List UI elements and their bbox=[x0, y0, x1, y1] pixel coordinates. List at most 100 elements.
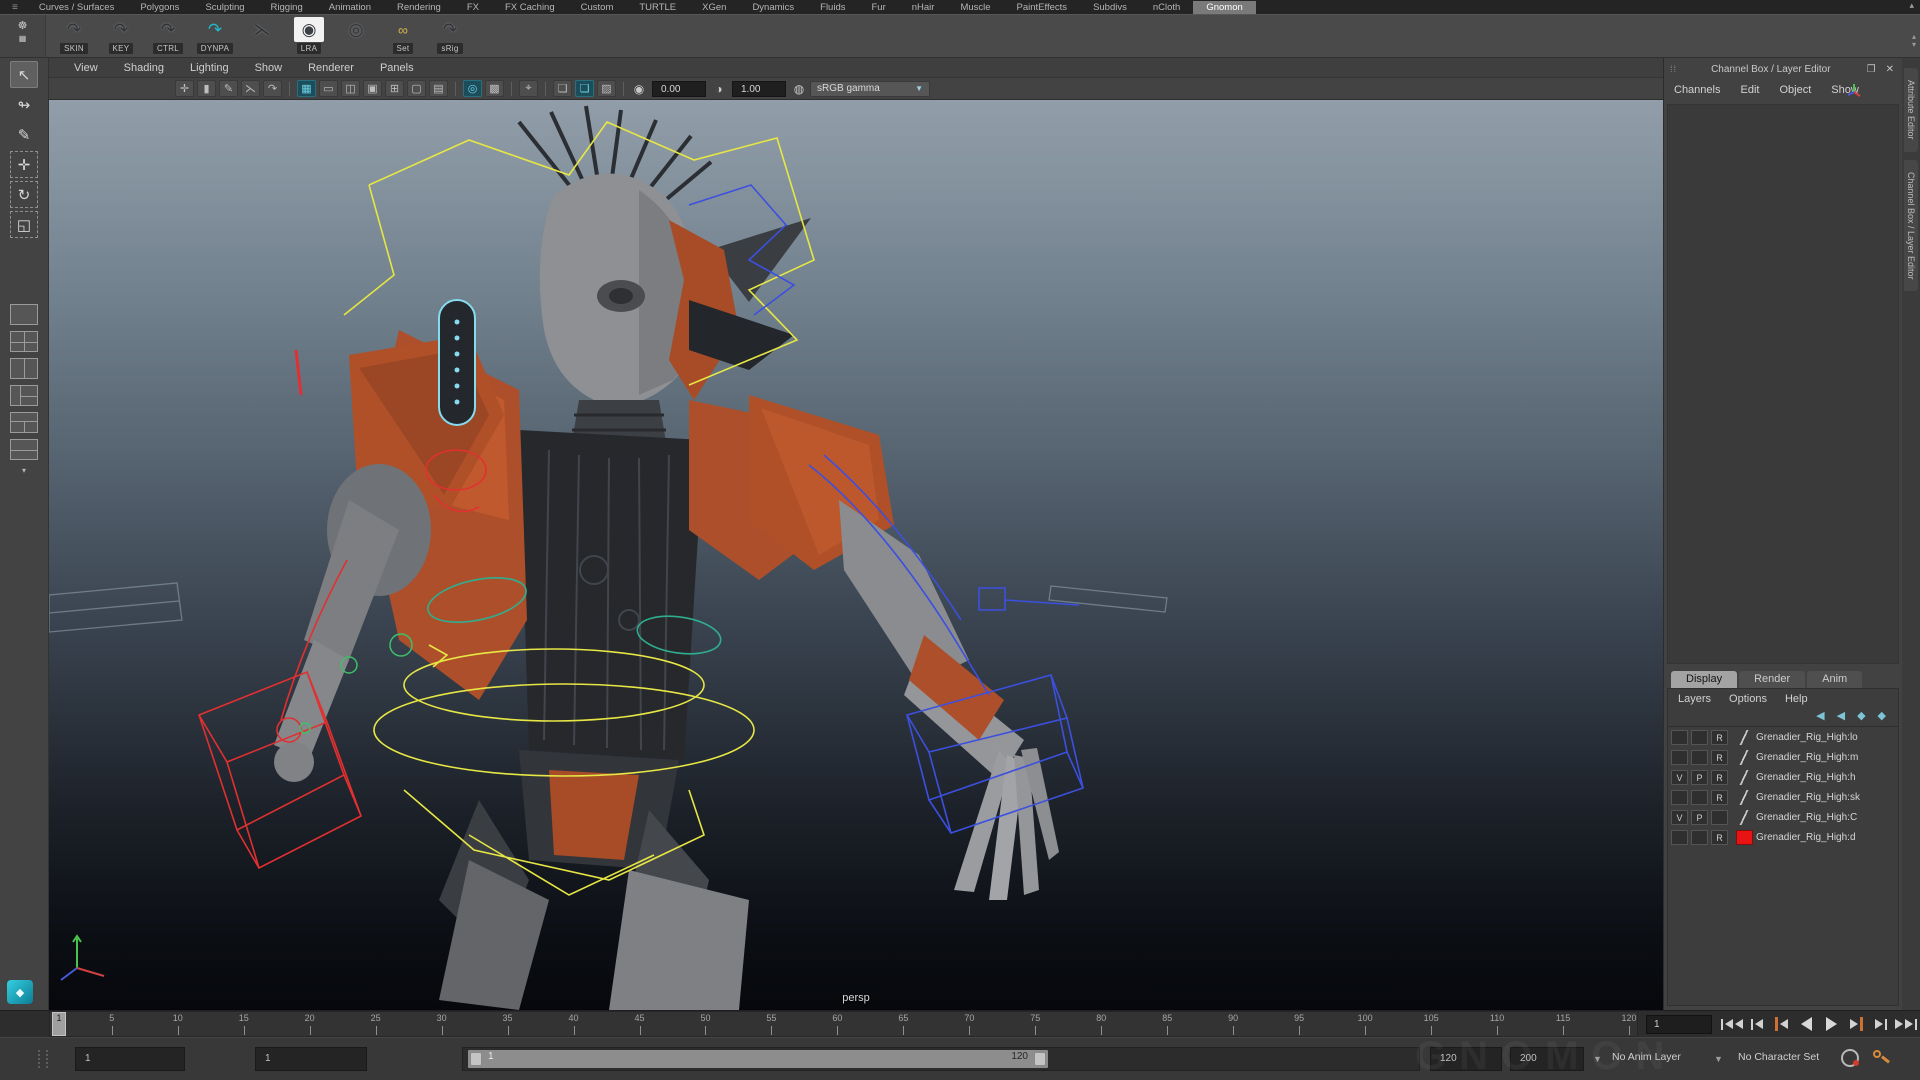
layer-display-type-toggle[interactable]: R bbox=[1711, 830, 1728, 845]
layer-visibility-toggle[interactable] bbox=[1671, 790, 1688, 805]
character-set-dropdown[interactable]: No Character Set bbox=[1738, 1051, 1819, 1063]
contrast-icon[interactable]: ◑ bbox=[711, 81, 727, 97]
shelf-button-srig[interactable]: ↷sRig bbox=[430, 17, 470, 54]
menu-sculpting[interactable]: Sculpting bbox=[192, 1, 257, 14]
step-back-frame-button[interactable] bbox=[1745, 1011, 1770, 1037]
shelf-button-ctrl[interactable]: ↷CTRL bbox=[148, 17, 188, 54]
gamma-icon[interactable]: ◍ bbox=[791, 81, 807, 97]
current-frame-field[interactable]: 1 bbox=[1646, 1015, 1712, 1034]
layout-split-left-button[interactable] bbox=[10, 385, 38, 406]
layout-single-button[interactable] bbox=[10, 304, 38, 325]
menu-grip-icon[interactable]: ≡ bbox=[4, 2, 26, 13]
channel-box-menu-object[interactable]: Object bbox=[1779, 84, 1811, 96]
range-slider-track[interactable]: 1 120 bbox=[462, 1047, 1420, 1071]
selection-highlight-icon[interactable]: ⌖ bbox=[519, 80, 538, 97]
play-forwards-button[interactable] bbox=[1819, 1011, 1844, 1037]
layer-editor-tab-render[interactable]: Render bbox=[1739, 671, 1805, 688]
menu-polygons[interactable]: Polygons bbox=[127, 1, 192, 14]
contrast-field[interactable]: 1.00 bbox=[732, 81, 786, 97]
layer-playback-toggle[interactable] bbox=[1691, 750, 1708, 765]
layer-visibility-toggle[interactable]: V bbox=[1671, 810, 1688, 825]
panel-menu-lighting[interactable]: Lighting bbox=[179, 62, 240, 74]
menu-gnomon[interactable]: Gnomon bbox=[1193, 1, 1255, 14]
exposure-field[interactable]: 0.00 bbox=[652, 81, 706, 97]
safe-title-icon[interactable]: ▤ bbox=[429, 80, 448, 97]
lasso-select-tool[interactable]: ↬ bbox=[10, 91, 38, 118]
close-icon[interactable]: ✕ bbox=[1884, 64, 1896, 75]
layout-split-h-button[interactable] bbox=[10, 439, 38, 460]
playback-start-field[interactable]: 1 bbox=[255, 1047, 367, 1071]
chevron-down-icon[interactable]: ▼ bbox=[1593, 1054, 1602, 1064]
layout-split-v-button[interactable] bbox=[10, 358, 38, 379]
isolate-select-icon[interactable]: ◎ bbox=[463, 80, 482, 97]
channel-box-menu-edit[interactable]: Edit bbox=[1740, 84, 1759, 96]
menu-rigging[interactable]: Rigging bbox=[258, 1, 316, 14]
range-start-handle[interactable] bbox=[470, 1052, 482, 1066]
layer-playback-toggle[interactable] bbox=[1691, 830, 1708, 845]
go-to-end-button[interactable] bbox=[1893, 1011, 1918, 1037]
exposure-icon[interactable]: ◉ bbox=[631, 81, 647, 97]
shelf-options-gear-icon[interactable]: ☸ bbox=[18, 19, 28, 32]
step-back-key-button[interactable] bbox=[1770, 1011, 1795, 1037]
image-plane-icon[interactable]: ❏ bbox=[575, 80, 594, 97]
shelf-button-character-set-icon[interactable]: ◎ bbox=[336, 17, 376, 54]
pivot-icon[interactable]: ✛ bbox=[175, 80, 194, 97]
layer-visibility-toggle[interactable] bbox=[1671, 830, 1688, 845]
menu-fur[interactable]: Fur bbox=[858, 1, 898, 14]
panel-menu-show[interactable]: Show bbox=[244, 62, 294, 74]
menu-nhair[interactable]: nHair bbox=[899, 1, 948, 14]
texture-view-icon[interactable]: ▨ bbox=[597, 80, 616, 97]
chevron-down-icon[interactable]: ▼ bbox=[1714, 1054, 1723, 1064]
animation-end-field[interactable]: 200 bbox=[1510, 1047, 1584, 1071]
layer-visibility-toggle[interactable] bbox=[1671, 750, 1688, 765]
layer-playback-toggle[interactable] bbox=[1691, 790, 1708, 805]
marker-icon[interactable]: ▮ bbox=[197, 80, 216, 97]
curve-snap-icon[interactable]: ↷ bbox=[263, 80, 282, 97]
layer-display-type-toggle[interactable]: R bbox=[1711, 730, 1728, 745]
menu-fx-caching[interactable]: FX Caching bbox=[492, 1, 568, 14]
menu-muscle[interactable]: Muscle bbox=[947, 1, 1003, 14]
layer-editor-menu-options[interactable]: Options bbox=[1729, 693, 1767, 705]
resolution-gate-icon[interactable]: ◫ bbox=[341, 80, 360, 97]
layer-row[interactable]: RGrenadier_Rig_High:sk bbox=[1668, 787, 1898, 807]
layer-row[interactable]: VPGrenadier_Rig_High:C bbox=[1668, 807, 1898, 827]
field-chart-icon[interactable]: ⊞ bbox=[385, 80, 404, 97]
move-selected-to-layer-button[interactable]: ◀ bbox=[1816, 709, 1824, 722]
shelf-button-joint-tool-icon[interactable]: ⋋ bbox=[242, 17, 282, 54]
animation-preferences-button[interactable] bbox=[1872, 1049, 1890, 1067]
joint-icon[interactable]: ⋋ bbox=[241, 80, 260, 97]
rotate-tool[interactable]: ↻ bbox=[10, 181, 38, 208]
range-end-handle[interactable] bbox=[1034, 1052, 1046, 1066]
layer-playback-toggle[interactable]: P bbox=[1691, 770, 1708, 785]
layout-more-chevron-icon[interactable]: ▾ bbox=[0, 466, 48, 475]
layer-editor-tab-anim[interactable]: Anim bbox=[1807, 671, 1862, 688]
shelf-button-lra[interactable]: ◉LRA bbox=[289, 17, 329, 54]
range-slider-active[interactable]: 1 120 bbox=[468, 1050, 1048, 1068]
side-tab-channel-box-layer-editor[interactable]: Channel Box / Layer Editor bbox=[1904, 160, 1918, 292]
channel-box-area[interactable] bbox=[1667, 104, 1899, 664]
view-transform-dropdown[interactable]: sRGB gamma ▼ bbox=[810, 81, 930, 97]
layer-color-swatch[interactable] bbox=[1736, 830, 1753, 845]
move-tool[interactable]: ✛ bbox=[10, 151, 38, 178]
layer-color-swatch[interactable] bbox=[1736, 770, 1753, 785]
play-backwards-button[interactable] bbox=[1794, 1011, 1819, 1037]
panel-menu-view[interactable]: View bbox=[63, 62, 109, 74]
menu-subdivs[interactable]: Subdivs bbox=[1080, 1, 1140, 14]
shelf-scroll-arrows-icon[interactable]: ▴▾ bbox=[1912, 33, 1916, 49]
layer-editor-menu-help[interactable]: Help bbox=[1785, 693, 1808, 705]
channel-box-menu-channels[interactable]: Channels bbox=[1674, 84, 1720, 96]
menu-dynamics[interactable]: Dynamics bbox=[739, 1, 807, 14]
menu-rendering[interactable]: Rendering bbox=[384, 1, 454, 14]
timeline-ruler[interactable]: 1 51015202530354045505560657075808590951… bbox=[49, 1011, 1638, 1037]
layer-color-swatch[interactable] bbox=[1736, 730, 1753, 745]
current-time-indicator[interactable]: 1 bbox=[52, 1012, 66, 1036]
layer-row[interactable]: RGrenadier_Rig_High:d bbox=[1668, 827, 1898, 847]
layer-display-type-toggle[interactable]: R bbox=[1711, 790, 1728, 805]
paint-select-tool[interactable]: ✎ bbox=[10, 121, 38, 148]
shelf-button-key[interactable]: ↷KEY bbox=[101, 17, 141, 54]
go-to-start-button[interactable] bbox=[1720, 1011, 1745, 1037]
select-tool[interactable]: ↖ bbox=[10, 61, 38, 88]
menu-custom[interactable]: Custom bbox=[568, 1, 627, 14]
manipulator-axis-icon[interactable] bbox=[1846, 82, 1862, 103]
new-layer-from-selected-button[interactable]: ◆ bbox=[1878, 709, 1886, 722]
